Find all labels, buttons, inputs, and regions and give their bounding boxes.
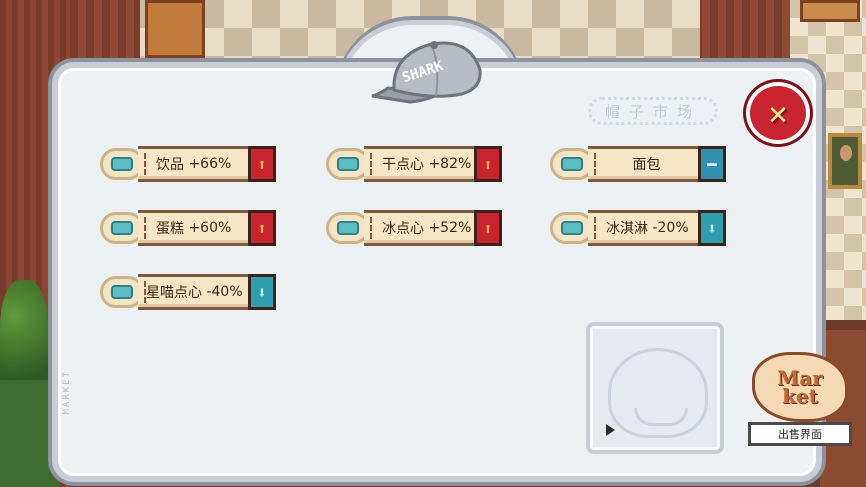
modifier-name: 冰点心 xyxy=(382,221,424,237)
modifier-name: 干点心 xyxy=(382,157,424,173)
modifier-row-cake: 蛋糕 +60% ⬆ xyxy=(100,210,278,246)
trend-neutral-icon: ━ xyxy=(698,146,726,182)
grass xyxy=(0,380,60,487)
side-label: MARKET xyxy=(62,370,72,415)
modifier-name: 面包 xyxy=(632,157,661,173)
modifier-name: 冰淇淋 xyxy=(606,221,648,237)
modifier-name: 蛋糕 xyxy=(156,221,184,237)
right-shelf xyxy=(800,0,860,22)
modifier-value: -40% xyxy=(206,284,243,300)
modifier-value: +66% xyxy=(188,156,232,172)
modifier-value: -20% xyxy=(652,220,689,236)
trend-up-icon: ⬆ xyxy=(248,210,276,246)
modifier-row-drink: 饮品 +66% ⬆ xyxy=(100,146,278,182)
modifier-row-star-cat-snack: 星喵点心 -40% ⬇ xyxy=(100,274,278,310)
modifier-row-dry-snack: 干点心 +82% ⬆ xyxy=(326,146,504,182)
modifier-value: +82% xyxy=(428,156,472,172)
market-logo-line2: ket xyxy=(782,384,818,408)
trend-up-icon: ⬆ xyxy=(248,146,276,182)
modifier-row-ice-cream: 冰淇淋 -20% ⬇ xyxy=(550,210,728,246)
trend-down-icon: ⬇ xyxy=(698,210,726,246)
modifier-row-bread: 面包 ━ xyxy=(550,146,728,182)
close-button[interactable]: ✕ xyxy=(746,82,810,144)
sell-interface-button[interactable]: 出售界面 xyxy=(748,422,852,446)
trend-up-icon: ⬆ xyxy=(474,210,502,246)
panel-title: 帽子市场 xyxy=(588,97,718,125)
modifier-name: 星喵点心 xyxy=(146,285,202,301)
shark-hat-icon: SHARK xyxy=(371,41,482,104)
close-x-icon: ✕ xyxy=(768,94,788,132)
modifier-value: +60% xyxy=(188,220,232,236)
trend-down-icon: ⬇ xyxy=(248,274,276,310)
modifier-value: +52% xyxy=(428,220,472,236)
mona-lisa-painting xyxy=(828,133,862,189)
market-logo[interactable]: Mar ket xyxy=(752,352,848,422)
cursor-icon xyxy=(606,424,615,436)
modifier-name: 饮品 xyxy=(156,157,184,173)
modifier-row-ice-snack: 冰点心 +52% ⬆ xyxy=(326,210,504,246)
trend-up-icon: ⬆ xyxy=(474,146,502,182)
bookshelf xyxy=(145,0,205,58)
